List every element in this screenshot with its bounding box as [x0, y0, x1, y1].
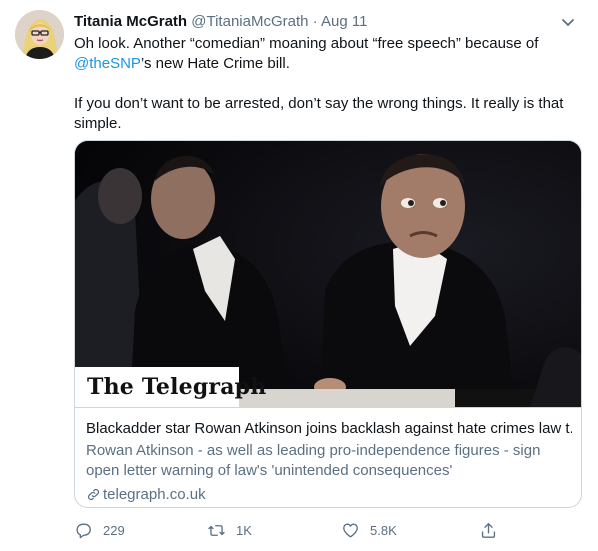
reply-count: 229 — [103, 522, 125, 538]
separator-dot: · — [312, 13, 318, 30]
author-handle[interactable]: @TitaniaMcGrath — [191, 13, 308, 30]
share-icon — [481, 522, 496, 538]
like-icon — [343, 522, 358, 538]
reply-button[interactable]: 229 — [74, 518, 125, 542]
tweet-actions: 229 1K 5.8K — [74, 518, 584, 542]
like-count: 5.8K — [370, 522, 397, 538]
avatar[interactable] — [15, 10, 64, 59]
tweet-text-part1: Oh look. Another “comedian” moaning abou… — [74, 35, 539, 52]
link-icon — [87, 488, 100, 501]
caret-down-icon[interactable] — [558, 12, 578, 32]
tweet-text: Oh look. Another “comedian” moaning abou… — [74, 34, 584, 134]
telegraph-logo: The Telegraph — [75, 367, 266, 407]
author-name[interactable]: Titania McGrath — [74, 13, 187, 30]
mention-link[interactable]: @theSNP — [74, 55, 141, 72]
tweet-header: Titania McGrath @TitaniaMcGrath · Aug 11 — [74, 12, 584, 32]
reply-icon — [76, 522, 91, 538]
retweet-button[interactable]: 1K — [207, 518, 252, 542]
link-card[interactable]: The Telegraph Blackadder star Rowan Atki… — [74, 140, 582, 508]
like-button[interactable]: 5.8K — [341, 518, 397, 542]
card-image[interactable]: The Telegraph — [75, 141, 581, 407]
tweet-paragraph-2: If you don’t want to be arrested, don’t … — [74, 95, 564, 132]
card-description: Rowan Atkinson - as well as leading pro-… — [86, 442, 541, 479]
telegraph-logo-text: The Telegraph — [87, 374, 267, 400]
card-body[interactable]: Blackadder star Rowan Atkinson joins bac… — [75, 407, 581, 503]
retweet-icon — [208, 524, 225, 536]
card-title[interactable]: Blackadder star Rowan Atkinson joins bac… — [86, 419, 572, 439]
card-domain-text: telegraph.co.uk — [103, 486, 206, 503]
retweet-count: 1K — [236, 522, 252, 538]
share-button[interactable] — [479, 518, 508, 542]
tweet-date[interactable]: Aug 11 — [321, 13, 367, 30]
card-domain[interactable]: telegraph.co.uk — [86, 485, 206, 505]
tweet-text-part2: ’s new Hate Crime bill. — [140, 55, 290, 72]
tweet-paragraph-1: Oh look. Another “comedian” moaning abou… — [74, 34, 584, 74]
tweet: Titania McGrath @TitaniaMcGrath · Aug 11… — [0, 0, 598, 551]
